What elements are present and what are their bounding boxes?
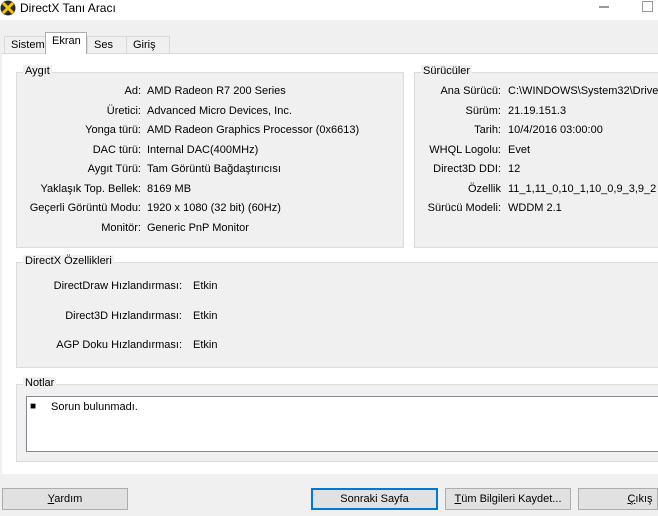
maximize-icon[interactable] [642, 1, 653, 12]
driver-value-date: 10/4/2016 03:00:00 [508, 124, 603, 136]
driver-value-model: WDDM 2.1 [508, 202, 562, 214]
feature-label-agp: AGP Doku Hızlandırması: [56, 339, 182, 351]
driver-label-version: Sürüm: [465, 105, 501, 117]
driver-label-feature-levels: Özellik [467, 183, 501, 195]
drivers-group-title: Sürücüler [421, 65, 473, 77]
feature-value-direct3d: Etkin [193, 310, 218, 322]
note-item: Sorun bulunmadı. [51, 401, 138, 413]
device-label-device-type: Aygıt Türü: [87, 163, 141, 175]
tab-giris[interactable]: Giriş [126, 36, 170, 53]
device-value-device-type: Tam Görüntü Bağdaştırıcısı [147, 163, 281, 175]
device-label-display-mode: Geçerli Görüntü Modu: [29, 202, 141, 214]
driver-label-main: Ana Sürücü: [440, 85, 501, 97]
feature-value-directdraw: Etkin [193, 280, 218, 292]
device-label-monitor: Monitör: [101, 222, 141, 234]
help-button[interactable]: Yardım [2, 488, 128, 510]
exit-button[interactable]: Çıkış [578, 488, 658, 510]
device-label-chip-type: Yonga türü: [85, 124, 141, 136]
device-value-name: AMD Radeon R7 200 Series [147, 85, 286, 97]
device-label-dac-type: DAC türü: [92, 144, 141, 156]
driver-value-feature-levels: 11_1,11_0,10_1,10_0,9_3,9_2 [508, 183, 657, 195]
device-label-manufacturer: Üretici: [106, 105, 141, 117]
device-value-manufacturer: Advanced Micro Devices, Inc. [147, 105, 292, 117]
driver-value-version: 21.19.151.3 [508, 105, 567, 117]
feature-value-agp: Etkin [193, 339, 218, 351]
driver-label-model: Sürücü Modeli: [427, 202, 501, 214]
features-group-title: DirectX Özellikleri [23, 255, 114, 267]
drivers-group: Sürücüler [414, 65, 658, 248]
driver-label-whql: WHQL Logolu: [429, 144, 501, 156]
device-label-name: Ad: [124, 85, 141, 97]
device-value-dac-type: Internal DAC(400MHz) [147, 144, 259, 156]
driver-value-whql: Evet [508, 144, 531, 156]
minimize-icon[interactable] [597, 0, 611, 14]
feature-label-directdraw: DirectDraw Hızlandırması: [53, 280, 182, 292]
notes-textbox[interactable]: ■ Sorun bulunmadı. [26, 396, 658, 452]
driver-value-main: C:\WINDOWS\System32\Driver [508, 85, 658, 97]
next-page-button[interactable]: Sonraki Sayfa [311, 488, 438, 510]
note-bullet: ■ [30, 401, 37, 412]
device-value-chip-type: AMD Radeon Graphics Processor (0x6613) [147, 124, 360, 136]
notes-group-title: Notlar [23, 377, 57, 389]
device-value-monitor: Generic PnP Monitor [147, 222, 249, 234]
tab-sistem[interactable]: Sistem [4, 36, 46, 53]
title-bar: DirectX Tanı Aracı [0, 0, 658, 20]
driver-label-ddi: Direct3D DDI: [433, 163, 501, 175]
feature-label-direct3d: Direct3D Hızlandırması: [65, 310, 182, 322]
save-all-info-button[interactable]: Tüm Bilgileri Kaydet... [445, 488, 571, 510]
tab-ekran[interactable]: Ekran [45, 32, 87, 54]
device-value-display-mode: 1920 x 1080 (32 bit) (60Hz) [147, 202, 281, 214]
window-title: DirectX Tanı Aracı [20, 1, 116, 15]
driver-label-date: Tarih: [474, 124, 501, 136]
tab-strip: Sistem Ekran Ses Giriş [0, 31, 658, 54]
tab-ses[interactable]: Ses [87, 36, 127, 53]
device-value-memory: 8169 MB [147, 183, 192, 195]
device-label-memory: Yaklaşık Top. Bellek: [40, 183, 141, 195]
driver-value-ddi: 12 [508, 163, 521, 175]
device-group-title: Aygıt [23, 65, 52, 77]
directx-icon [0, 0, 16, 16]
